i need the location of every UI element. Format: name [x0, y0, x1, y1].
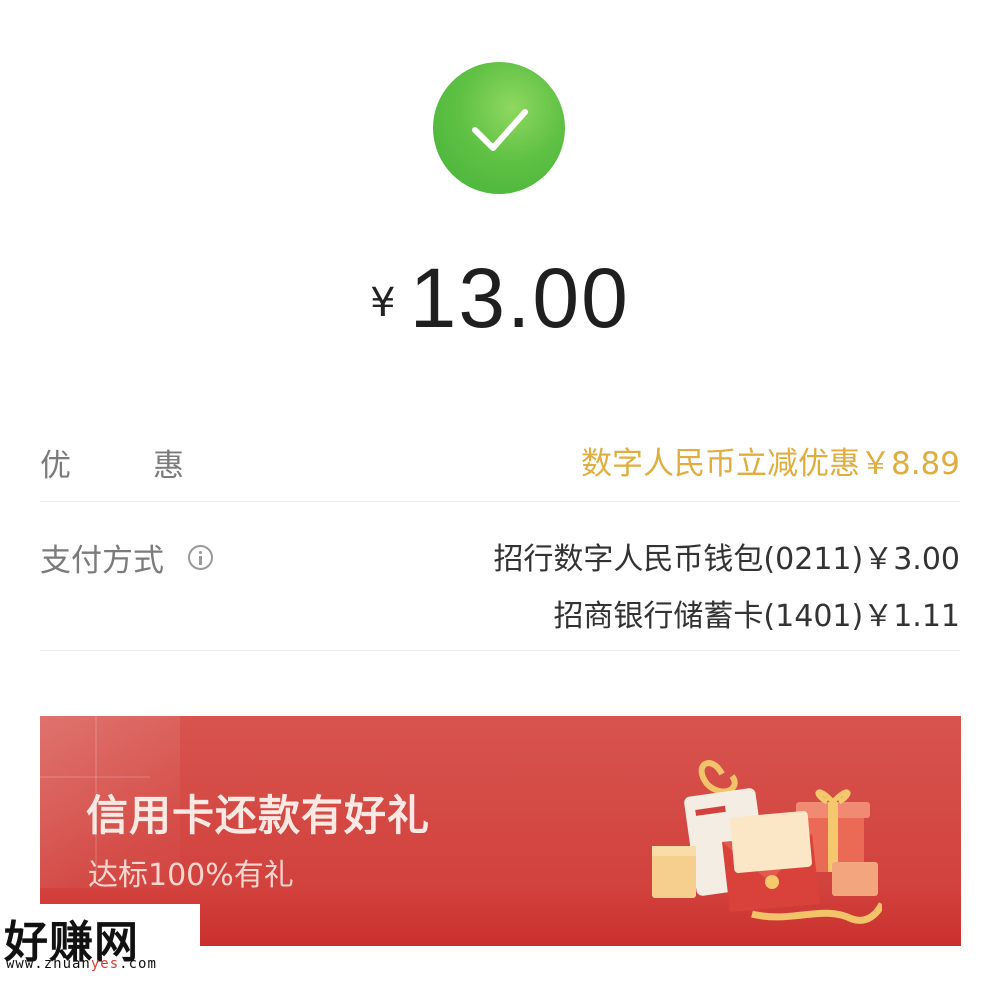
payment-method-label: 支付方式	[40, 535, 213, 580]
watermark: 好赚网 www.zhuanyes.com	[0, 904, 200, 982]
payment-amount: ¥ 13.00	[0, 240, 1000, 340]
discount-label: 优惠	[40, 448, 184, 484]
divider	[40, 501, 960, 502]
payment-method-wallet: 招行数字人民币钱包(0211)￥3.00	[493, 542, 960, 577]
divider	[40, 650, 960, 651]
discount-value: 数字人民币立减优惠￥8.89	[580, 446, 960, 482]
banner-title: 信用卡还款有好礼	[86, 791, 431, 840]
success-icon	[433, 62, 565, 194]
banner-subtitle: 达标100%有礼	[88, 858, 294, 893]
payment-method-debit-card: 招商银行储蓄卡(1401)￥1.11	[553, 599, 960, 634]
banner-decoration	[40, 776, 150, 778]
watermark-url: www.zhuanyes.com	[6, 956, 157, 972]
gift-envelope-illustration	[652, 760, 882, 924]
currency-symbol: ¥	[370, 280, 396, 326]
amount-value: 13.00	[409, 251, 630, 345]
info-icon[interactable]	[188, 545, 213, 570]
check-icon	[472, 109, 528, 151]
